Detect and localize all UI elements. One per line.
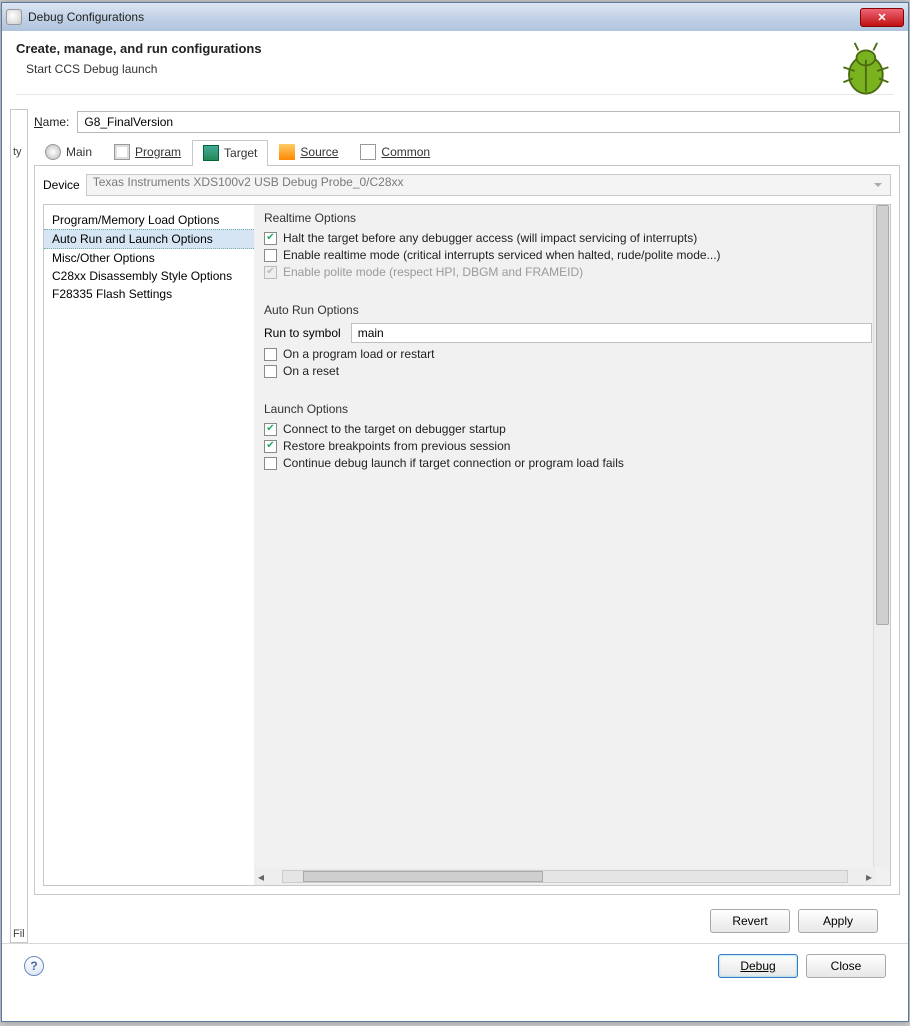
app-icon	[6, 9, 22, 25]
options-content: Realtime Options Halt the target before …	[254, 205, 890, 885]
polite-checkbox	[264, 266, 277, 279]
header-separator	[16, 94, 894, 95]
tab-target[interactable]: Target	[192, 140, 268, 166]
tab-common[interactable]: Common	[349, 139, 441, 165]
tabstrip: Main Program Target Source Common	[34, 139, 900, 166]
options-tree: Program/Memory Load Options Auto Run and…	[44, 205, 254, 885]
device-select[interactable]: Texas Instruments XDS100v2 USB Debug Pro…	[86, 174, 891, 196]
source-icon	[279, 144, 295, 160]
halt-checkbox[interactable]	[264, 232, 277, 245]
on-reset-label: On a reset	[283, 364, 339, 378]
close-button[interactable]: Close	[806, 954, 886, 978]
restore-bp-label: Restore breakpoints from previous sessio…	[283, 439, 510, 453]
side-item-disassembly[interactable]: C28xx Disassembly Style Options	[44, 267, 254, 285]
titlebar[interactable]: Debug Configurations ✕	[2, 3, 908, 31]
polite-label: Enable polite mode (respect HPI, DBGM an…	[283, 265, 583, 279]
side-item-program-memory[interactable]: Program/Memory Load Options	[44, 211, 254, 229]
hscroll-thumb[interactable]	[303, 871, 543, 882]
program-icon	[114, 144, 130, 160]
name-label: Name:	[34, 115, 69, 129]
halt-label: Halt the target before any debugger acce…	[283, 231, 697, 245]
main-icon	[45, 144, 61, 160]
launch-title: Launch Options	[264, 402, 872, 416]
left-crop-top: ty	[13, 146, 22, 940]
run-to-symbol-input[interactable]	[351, 323, 872, 343]
hscroll-right-arrow[interactable]: ▸	[862, 870, 876, 884]
target-icon	[203, 145, 219, 161]
tab-source-label: Source	[300, 145, 338, 159]
enable-realtime-checkbox[interactable]	[264, 249, 277, 262]
run-to-symbol-label: Run to symbol	[264, 326, 341, 340]
tab-target-label: Target	[224, 146, 257, 160]
revert-button[interactable]: Revert	[710, 909, 790, 933]
side-item-auto-run[interactable]: Auto Run and Launch Options	[44, 229, 254, 249]
dialog-header: Create, manage, and run configurations S…	[2, 31, 908, 105]
connect-checkbox[interactable]	[264, 423, 277, 436]
tab-main[interactable]: Main	[34, 139, 103, 165]
tab-content: Device Texas Instruments XDS100v2 USB De…	[34, 166, 900, 895]
common-icon	[360, 144, 376, 160]
continue-fail-label: Continue debug launch if target connecti…	[283, 456, 624, 470]
autorun-title: Auto Run Options	[264, 303, 872, 317]
side-item-misc[interactable]: Misc/Other Options	[44, 249, 254, 267]
tab-common-label: Common	[381, 145, 430, 159]
window-close-button[interactable]: ✕	[860, 8, 904, 27]
vertical-scrollbar[interactable]	[873, 205, 890, 867]
dialog-subtitle: Start CCS Debug launch	[26, 62, 894, 76]
realtime-title: Realtime Options	[264, 211, 872, 225]
on-load-label: On a program load or restart	[283, 347, 434, 361]
hscroll-track[interactable]	[282, 870, 848, 883]
left-tree-placeholder[interactable]: ty Fil	[10, 109, 28, 943]
dialog-title: Create, manage, and run configurations	[16, 41, 894, 56]
vertical-scrollbar-thumb[interactable]	[876, 205, 889, 625]
apply-button[interactable]: Apply	[798, 909, 878, 933]
left-crop-bottom: Fil	[13, 928, 25, 940]
tab-program[interactable]: Program	[103, 139, 192, 165]
restore-bp-checkbox[interactable]	[264, 440, 277, 453]
name-input[interactable]	[77, 111, 900, 133]
side-item-flash[interactable]: F28335 Flash Settings	[44, 285, 254, 303]
on-reset-checkbox[interactable]	[264, 365, 277, 378]
device-label: Device	[43, 178, 80, 192]
on-load-checkbox[interactable]	[264, 348, 277, 361]
continue-fail-checkbox[interactable]	[264, 457, 277, 470]
tab-program-label: Program	[135, 145, 181, 159]
hscroll-left-arrow[interactable]: ◂	[254, 870, 268, 884]
horizontal-scrollbar[interactable]: ◂ ▸	[254, 868, 876, 885]
enable-realtime-label: Enable realtime mode (critical interrupt…	[283, 248, 721, 262]
help-icon[interactable]: ?	[24, 956, 44, 976]
device-value: Texas Instruments XDS100v2 USB Debug Pro…	[93, 175, 404, 189]
dialog-window: Debug Configurations ✕ Create, manage, a…	[1, 2, 909, 1022]
tab-main-label: Main	[66, 145, 92, 159]
connect-label: Connect to the target on debugger startu…	[283, 422, 506, 436]
bug-icon	[834, 41, 894, 101]
debug-button[interactable]: Debug	[718, 954, 798, 978]
tab-source[interactable]: Source	[268, 139, 349, 165]
titlebar-title: Debug Configurations	[28, 10, 858, 24]
